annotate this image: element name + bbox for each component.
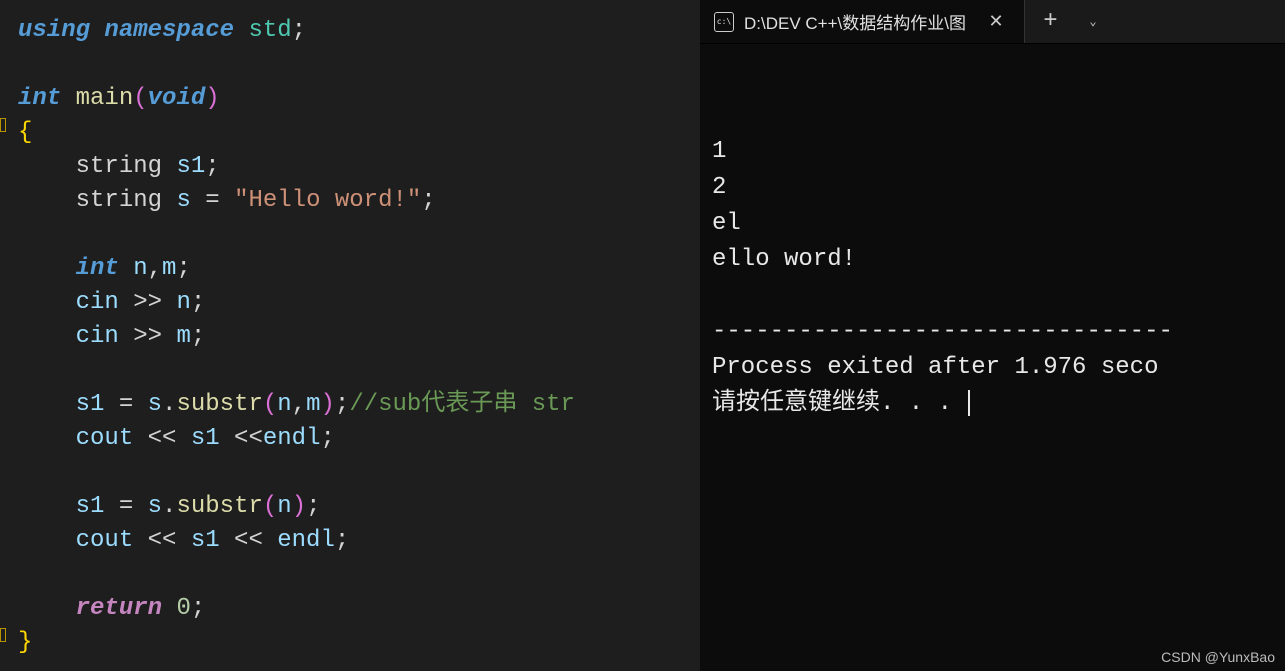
fold-marker-icon [0, 118, 6, 132]
terminal-line [712, 278, 1273, 314]
terminal-line: -------------------------------- [712, 314, 1273, 350]
code-line[interactable]: cin >> m; [18, 320, 700, 354]
terminal-line: ello word! [712, 242, 1273, 278]
terminal-output[interactable]: 12elello word! -------------------------… [700, 44, 1285, 671]
code-line[interactable]: s1 = s.substr(n,m);//sub代表子串 str [18, 388, 700, 422]
code-line[interactable] [18, 354, 700, 388]
terminal-line: el [712, 206, 1273, 242]
terminal-cursor-icon [968, 390, 970, 416]
close-tab-button[interactable]: ✕ [982, 8, 1010, 36]
tab-dropdown-button[interactable]: ⌄ [1076, 0, 1110, 43]
code-line[interactable]: string s = "Hello word!"; [18, 184, 700, 218]
code-line[interactable]: int main(void) [18, 82, 700, 116]
code-line[interactable]: return 0; [18, 592, 700, 626]
terminal-tab-bar: c:\ D:\DEV C++\数据结构作业\图 ✕ + ⌄ [700, 0, 1285, 44]
code-editor[interactable]: using namespace std; int main(void){ str… [0, 0, 700, 671]
code-line[interactable] [18, 558, 700, 592]
terminal-line: 请按任意键继续. . . [712, 386, 1273, 422]
watermark-text: CSDN @YunxBao [1161, 649, 1275, 665]
code-line[interactable] [18, 218, 700, 252]
code-line[interactable]: s1 = s.substr(n); [18, 490, 700, 524]
code-line[interactable]: cout << s1 <<endl; [18, 422, 700, 456]
code-line[interactable]: int n,m; [18, 252, 700, 286]
code-line[interactable]: cout << s1 << endl; [18, 524, 700, 558]
code-line[interactable] [18, 48, 700, 82]
code-line[interactable]: { [18, 116, 700, 150]
terminal-line: 1 [712, 134, 1273, 170]
terminal-tab-active[interactable]: c:\ D:\DEV C++\数据结构作业\图 ✕ [700, 0, 1024, 43]
code-line[interactable] [18, 456, 700, 490]
fold-marker-icon [0, 628, 6, 642]
code-line[interactable]: cin >> n; [18, 286, 700, 320]
code-line[interactable]: using namespace std; [18, 14, 700, 48]
new-tab-button[interactable]: + [1024, 0, 1076, 43]
code-line[interactable]: string s1; [18, 150, 700, 184]
code-content[interactable]: using namespace std; int main(void){ str… [18, 14, 700, 660]
terminal-cmd-icon: c:\ [714, 12, 734, 32]
code-line[interactable]: } [18, 626, 700, 660]
terminal-tab-title: D:\DEV C++\数据结构作业\图 [744, 9, 966, 34]
terminal-line: 2 [712, 170, 1273, 206]
terminal-window: c:\ D:\DEV C++\数据结构作业\图 ✕ + ⌄ 12elello w… [700, 0, 1285, 671]
terminal-line: Process exited after 1.976 seco [712, 350, 1273, 386]
